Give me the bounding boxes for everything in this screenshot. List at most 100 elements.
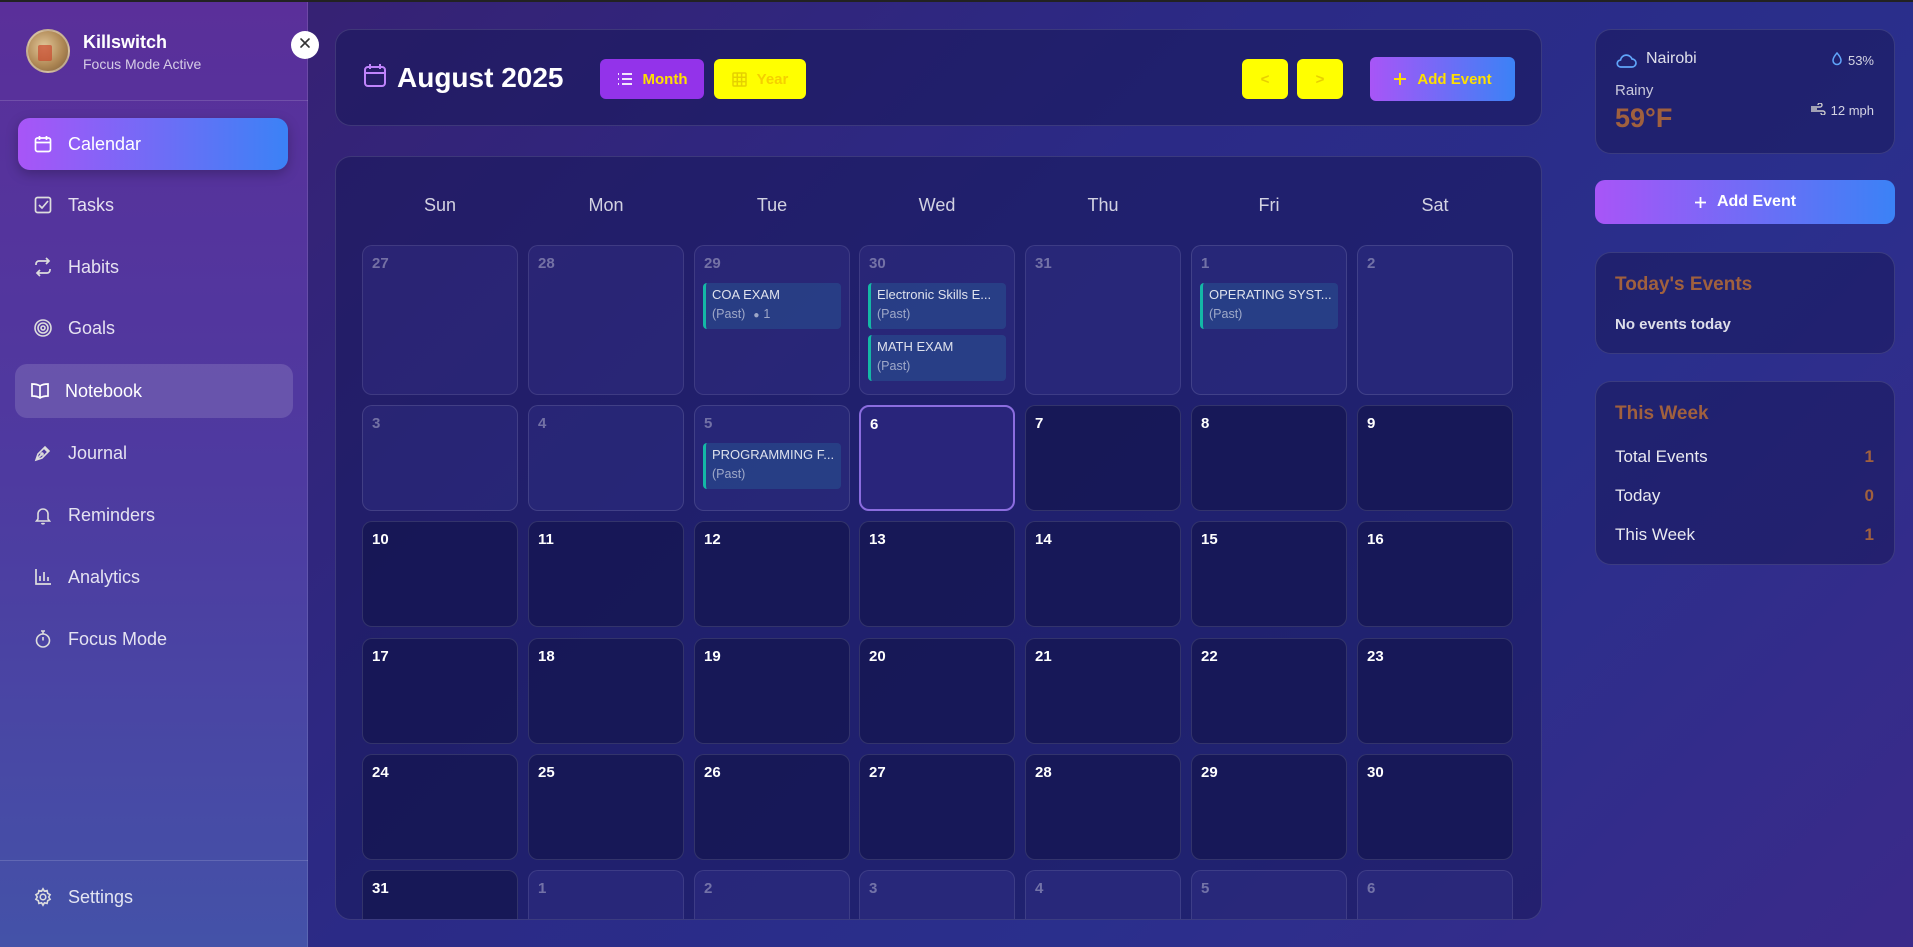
event-status: (Past) [712,467,746,481]
day-cell[interactable]: 19 [694,638,850,744]
day-cell[interactable]: 14 [1025,521,1181,627]
day-cell-today[interactable]: 6 [859,405,1015,511]
event-chip[interactable]: COA EXAM (Past) ● 1 [703,283,841,329]
target-icon [32,317,54,339]
no-events-text: No events today [1615,316,1731,333]
day-cell[interactable]: 28 [1025,754,1181,860]
day-cell[interactable]: 17 [362,638,518,744]
day-number: 24 [372,764,389,781]
day-cell[interactable]: 5 PROGRAMMING F... (Past) [694,405,850,511]
day-cell[interactable]: 31 [362,870,518,919]
day-number: 31 [372,880,389,897]
day-cell[interactable]: 22 [1191,638,1347,744]
calendar-icon [363,63,387,94]
day-cell[interactable]: 29 COA EXAM (Past) ● 1 [694,245,850,395]
day-cell[interactable]: 2 [694,870,850,919]
day-cell[interactable]: 23 [1357,638,1513,744]
day-cell[interactable]: 7 [1025,405,1181,511]
comment-icon: ● [753,310,760,321]
day-number: 6 [1367,880,1376,897]
day-cell[interactable]: 15 [1191,521,1347,627]
day-cell[interactable]: 20 [859,638,1015,744]
weekday-header: Tue [756,195,788,215]
sidebar-item-habits[interactable]: Habits [18,241,288,293]
month-view-label: Month [642,70,688,88]
sidebar-item-focus-mode[interactable]: Focus Mode [18,613,288,665]
day-cell[interactable]: 5 [1191,870,1347,919]
day-cell[interactable]: 6 [1357,870,1513,919]
sidebar-item-tasks[interactable]: Tasks [18,179,288,231]
day-cell[interactable]: 3 [859,870,1015,919]
close-icon [300,38,310,48]
day-cell[interactable]: 30 Electronic Skills E... (Past) MATH EXAM (… [859,245,1015,395]
close-sidebar-button[interactable] [291,31,319,59]
day-cell[interactable]: 31 [1025,245,1181,395]
day-cell[interactable]: 9 [1357,405,1513,511]
sidebar-item-notebook[interactable]: Notebook [15,364,293,418]
day-number: 30 [1367,764,1384,781]
add-event-button[interactable]: Add Event [1370,57,1515,101]
day-number: 13 [869,531,886,548]
sidebar-item-calendar[interactable]: Calendar [18,118,288,170]
event-chip[interactable]: OPERATING SYST... (Past) [1200,283,1338,329]
day-cell[interactable]: 1 [528,870,684,919]
sidebar-item-settings[interactable]: Settings [18,871,288,923]
comment-count: 1 [763,307,771,321]
day-cell[interactable]: 26 [694,754,850,860]
day-number: 29 [704,255,721,272]
day-cell[interactable]: 8 [1191,405,1347,511]
day-number: 21 [1035,648,1052,665]
day-number: 7 [1035,415,1044,432]
day-cell[interactable]: 12 [694,521,850,627]
day-number: 3 [869,880,878,897]
previous-month-button[interactable]: < [1242,59,1288,99]
day-cell[interactable]: 4 [1025,870,1181,919]
day-cell[interactable]: 25 [528,754,684,860]
gear-icon [32,886,54,908]
stat-value: 1 [1864,447,1874,466]
stat-label: Today [1615,486,1661,505]
day-cell[interactable]: 2 [1357,245,1513,395]
day-cell[interactable]: 10 [362,521,518,627]
stat-value: 1 [1864,525,1874,544]
day-number: 4 [538,415,547,432]
avatar[interactable] [26,29,70,73]
sidebar-add-event-button[interactable]: Add Event [1595,180,1895,224]
day-number: 15 [1201,531,1218,548]
day-cell[interactable]: 30 [1357,754,1513,860]
day-cell[interactable]: 1 OPERATING SYST... (Past) [1191,245,1347,395]
day-number: 28 [1035,764,1052,781]
bell-icon [32,504,54,526]
sidebar-item-analytics[interactable]: Analytics [18,551,288,603]
month-view-button[interactable]: Month [600,59,704,99]
day-cell[interactable]: 27 [859,754,1015,860]
event-chip[interactable]: PROGRAMMING F... (Past) [703,443,841,489]
sidebar-item-label: Goals [68,317,116,338]
day-cell[interactable]: 27 [362,245,518,395]
list-icon [617,72,633,86]
day-cell[interactable]: 11 [528,521,684,627]
event-title: Electronic Skills E... [877,287,992,302]
day-cell[interactable]: 13 [859,521,1015,627]
day-number: 11 [538,531,554,548]
year-view-button[interactable]: Year [714,59,806,99]
day-cell[interactable]: 18 [528,638,684,744]
sidebar-footer: Settings [0,860,308,947]
weather-temperature: 59°F [1615,103,1673,133]
next-month-button[interactable]: > [1297,59,1343,99]
day-number: 18 [538,648,555,665]
day-cell[interactable]: 16 [1357,521,1513,627]
sidebar-item-journal[interactable]: Journal [18,427,288,479]
event-chip[interactable]: MATH EXAM (Past) [868,335,1006,381]
day-number: 30 [869,255,886,272]
day-cell[interactable]: 3 [362,405,518,511]
day-cell[interactable]: 28 [528,245,684,395]
day-number: 27 [869,764,886,781]
day-cell[interactable]: 24 [362,754,518,860]
event-chip[interactable]: Electronic Skills E... (Past) [868,283,1006,329]
day-cell[interactable]: 4 [528,405,684,511]
sidebar-item-goals[interactable]: Goals [18,302,288,354]
day-cell[interactable]: 29 [1191,754,1347,860]
day-cell[interactable]: 21 [1025,638,1181,744]
sidebar-item-reminders[interactable]: Reminders [18,489,288,541]
